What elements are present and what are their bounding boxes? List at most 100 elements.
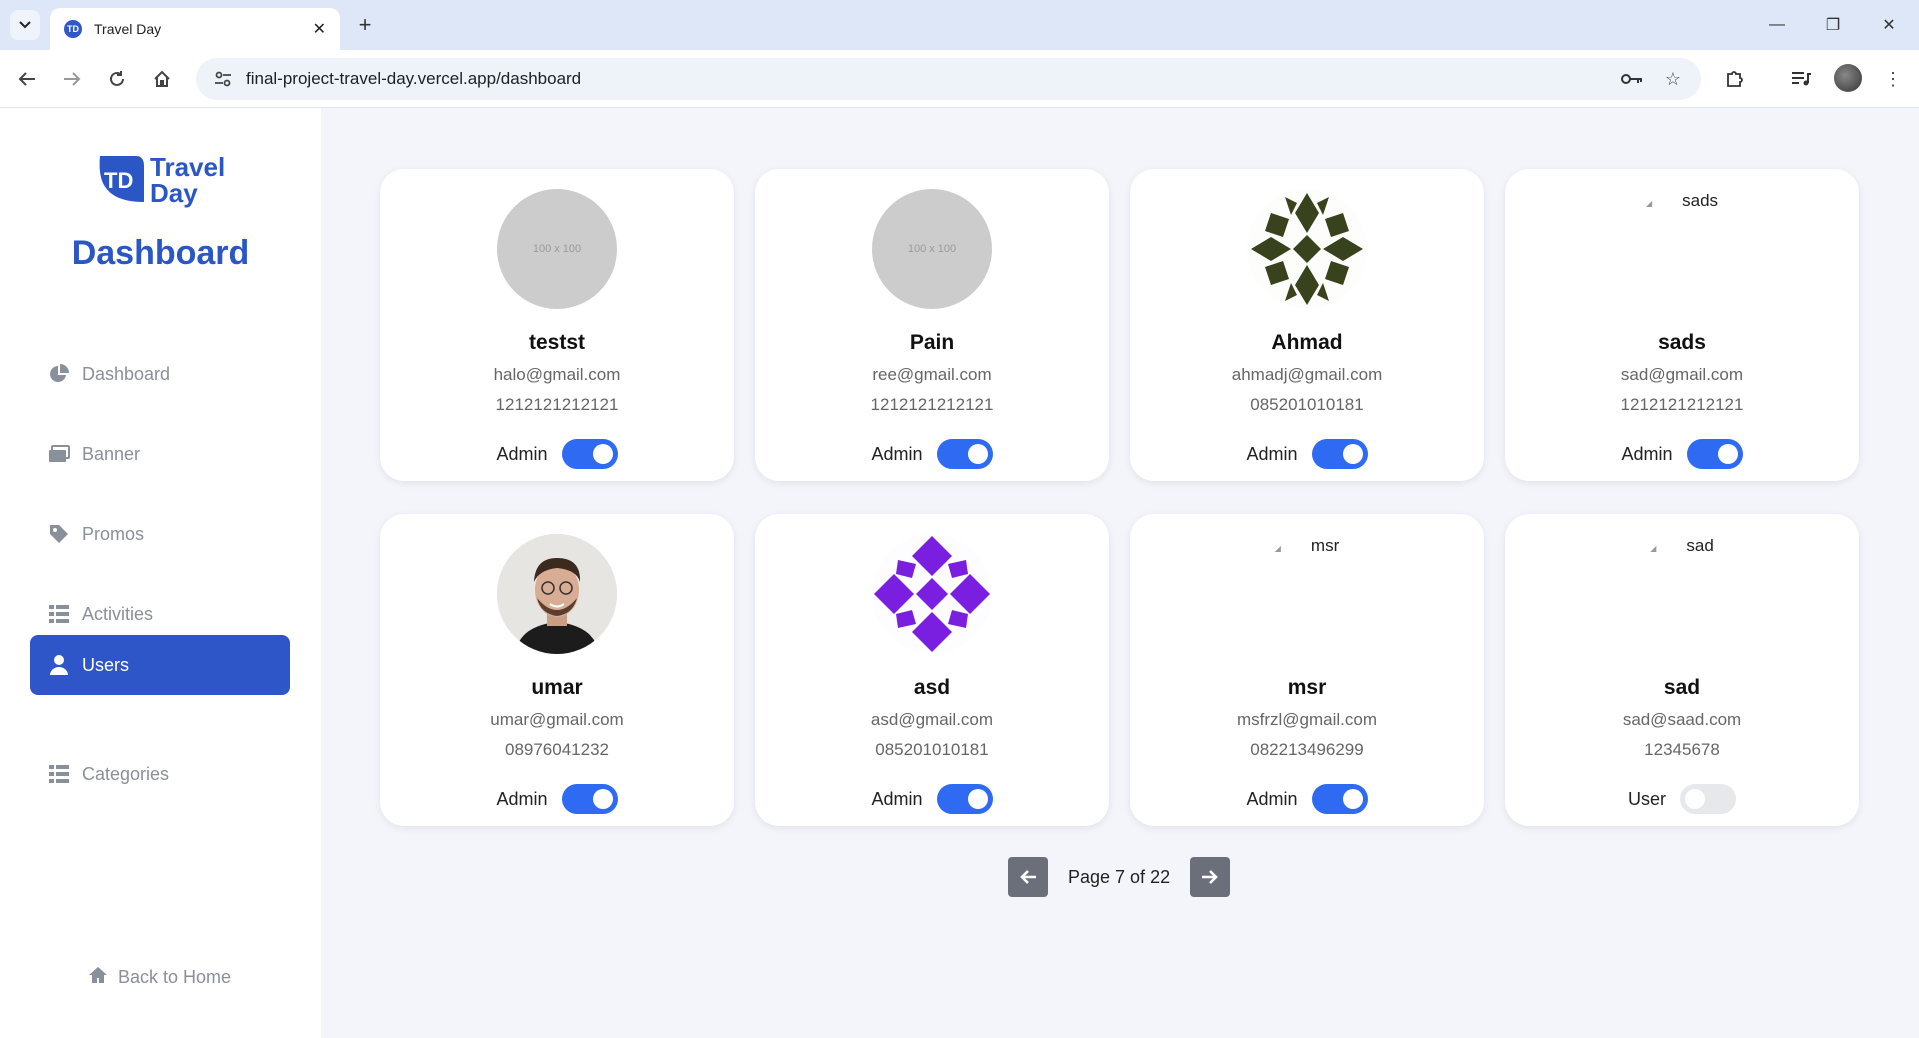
forward-button[interactable] (55, 62, 89, 96)
browser-tab[interactable]: TD Travel Day ✕ (50, 8, 340, 50)
role-label: Admin (1621, 443, 1673, 464)
list-icon (48, 763, 70, 785)
role-control: User (1505, 784, 1859, 814)
site-info-icon (215, 71, 231, 87)
user-name: umar (531, 676, 583, 699)
role-label: Admin (871, 443, 923, 464)
close-window-button[interactable]: ✕ (1866, 8, 1912, 42)
previous-page-button[interactable] (1008, 857, 1048, 897)
sidebar-item-categories[interactable]: Categories (30, 744, 290, 804)
user-phone: 1212121212121 (870, 395, 994, 414)
user-name: Ahmad (1271, 331, 1343, 354)
pie-chart-icon (48, 363, 70, 385)
avatar: 100 x 100 (872, 189, 992, 309)
url-text: final-project-travel-day.vercel.app/dash… (246, 69, 582, 88)
avatar (1247, 189, 1367, 309)
role-label: Admin (1246, 788, 1298, 809)
logo[interactable]: TD Travel Day (96, 152, 236, 212)
user-card: Ahmad ahmadj@gmail.com 085201010181 Admi… (1130, 169, 1484, 481)
reload-button[interactable] (100, 62, 134, 96)
back-to-home-link[interactable]: Back to Home (88, 966, 231, 989)
home-icon (88, 966, 108, 989)
sidebar-item-label: Dashboard (82, 363, 171, 384)
key-icon (1621, 74, 1642, 84)
new-tab-button[interactable]: + (352, 12, 378, 38)
admin-toggle[interactable] (561, 439, 618, 469)
logo-mark-icon: TD (99, 156, 144, 202)
user-phone: 1212121212121 (495, 395, 619, 414)
user-phone: 082213496299 (1250, 740, 1364, 759)
user-email: ree@gmail.com (872, 365, 992, 384)
admin-toggle[interactable] (1686, 439, 1743, 469)
avatar-alt-text: sads (1682, 191, 1719, 210)
admin-toggle[interactable] (561, 784, 618, 814)
images-icon (48, 443, 70, 465)
next-page-button[interactable] (1190, 857, 1231, 897)
avatar-alt-text: msr (1310, 536, 1340, 555)
role-control: Admin (755, 784, 1109, 814)
back-button[interactable] (10, 62, 44, 96)
more-vert-icon: ⋮ (1884, 68, 1902, 89)
logo-line-1: Travel (150, 152, 226, 182)
favicon-icon: TD (64, 20, 82, 38)
sidebar-item-banner[interactable]: Banner (30, 424, 290, 484)
arrow-right-icon (1202, 870, 1218, 884)
user-card: ◢ sads sads sad@gmail.com 1212121212121 A… (1505, 169, 1859, 481)
role-label: Admin (496, 788, 548, 809)
user-name: sads (1658, 331, 1706, 354)
sidebar-item-label: Users (82, 654, 130, 675)
minimize-button[interactable]: — (1754, 8, 1800, 42)
role-control: Admin (1505, 439, 1859, 469)
user-email: halo@gmail.com (493, 365, 621, 384)
user-phone: 1212121212121 (1620, 395, 1744, 414)
sidebar-item-promos[interactable]: Promos (30, 504, 290, 564)
avatar-placeholder-text: 100 x 100 (532, 243, 582, 255)
user-email: msfrzl@gmail.com (1236, 710, 1378, 729)
user-card: 100 x 100 testst halo@gmail.com 12121212… (380, 169, 734, 481)
role-control: Admin (380, 784, 734, 814)
role-label: Admin (1246, 443, 1298, 464)
arrow-right-icon (64, 72, 81, 86)
broken-avatar-image: ◢ sad (1505, 536, 1859, 556)
logo-line-2: Day (150, 178, 198, 208)
sidebar-item-users[interactable]: Users (30, 635, 290, 695)
menu-button[interactable]: ⋮ (1876, 62, 1910, 96)
user-name: sad (1663, 676, 1701, 699)
user-card: ◢ sad sad sad@saad.com 12345678 User (1505, 514, 1859, 826)
user-email: sad@gmail.com (1620, 365, 1744, 384)
admin-toggle[interactable] (1311, 784, 1368, 814)
broken-image-icon: ◢ (1650, 544, 1657, 553)
user-email: sad@saad.com (1622, 710, 1742, 729)
admin-toggle[interactable] (936, 784, 993, 814)
broken-avatar-image: ◢ msr (1130, 536, 1484, 556)
admin-toggle[interactable] (1311, 439, 1368, 469)
user-name: msr (1287, 676, 1327, 699)
tab-search-button[interactable] (10, 10, 40, 40)
user-email: umar@gmail.com (490, 710, 624, 729)
user-phone: 12345678 (1644, 740, 1720, 759)
password-key-button[interactable] (1615, 62, 1649, 96)
role-label: Admin (496, 443, 548, 464)
role-label: Admin (871, 788, 923, 809)
avatar (872, 534, 992, 654)
close-tab-icon[interactable]: ✕ (313, 19, 326, 39)
bookmark-button[interactable]: ☆ (1656, 62, 1690, 96)
list-icon (48, 603, 70, 625)
admin-toggle[interactable] (936, 439, 993, 469)
dashboard-title: Dashboard (71, 234, 250, 272)
address-bar[interactable]: final-project-travel-day.vercel.app/dash… (196, 58, 1701, 100)
tab-title: Travel Day (94, 21, 162, 37)
media-controls-button[interactable] (1784, 62, 1818, 96)
avatar-placeholder-text: 100 x 100 (907, 243, 957, 255)
browser-tab-bar: TD Travel Day ✕ + — ❐ ✕ (0, 0, 1919, 50)
extensions-button[interactable] (1718, 62, 1752, 96)
profile-avatar[interactable] (1834, 64, 1862, 92)
sidebar-item-dashboard[interactable]: Dashboard (30, 344, 290, 404)
admin-toggle[interactable] (1680, 784, 1736, 814)
logo-text: Travel Day (150, 154, 225, 206)
avatar (497, 534, 617, 654)
browser-toolbar: final-project-travel-day.vercel.app/dash… (0, 50, 1919, 108)
home-button[interactable] (145, 62, 179, 96)
role-control: Admin (380, 439, 734, 469)
restore-button[interactable]: ❐ (1810, 8, 1856, 42)
